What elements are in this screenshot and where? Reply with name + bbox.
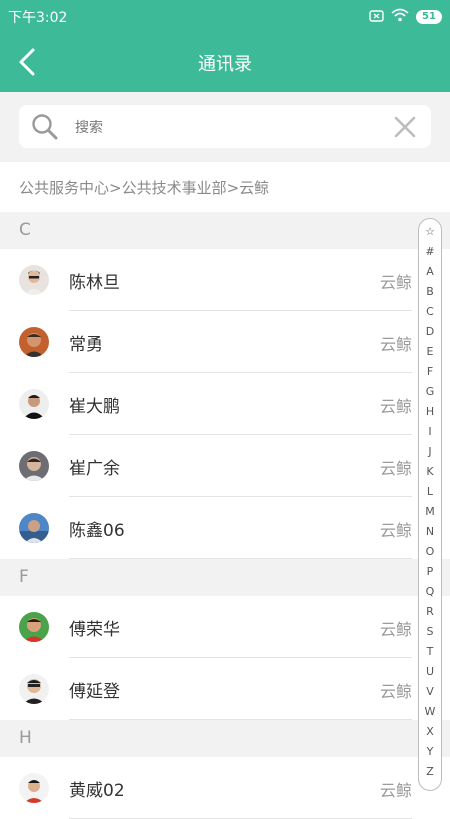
contact-name: 傅荣华 (69, 620, 120, 640)
breadcrumb-bar: 公共服务中心>公共技术事业部>云鲸 (0, 162, 450, 212)
index-letter[interactable]: A (419, 265, 441, 278)
contact-name: 常勇 (69, 335, 103, 355)
search-box (19, 105, 431, 148)
search-icon (31, 113, 59, 145)
index-letter[interactable]: M (419, 505, 441, 518)
index-letter[interactable]: S (419, 625, 441, 638)
index-letter[interactable]: T (419, 645, 441, 658)
contact-org: 云鲸 (379, 335, 412, 354)
section-header-h: H (0, 720, 450, 757)
contact-row[interactable]: 崔大鹏 云鲸 (0, 373, 450, 435)
avatar (19, 389, 49, 419)
contact-name: 崔广余 (69, 459, 120, 479)
contact-org: 云鲸 (379, 620, 412, 639)
contact-name: 崔大鹏 (69, 397, 120, 417)
battery-icon: 51 (416, 9, 442, 24)
index-letter[interactable]: Q (419, 585, 441, 598)
section-header-c: C (0, 212, 450, 249)
nav-bar: 通讯录 (0, 32, 450, 92)
index-letter[interactable]: Y (419, 745, 441, 758)
index-letter[interactable]: H (419, 405, 441, 418)
avatar (19, 513, 49, 543)
contact-row[interactable]: 黄威02 云鲸 (0, 757, 450, 819)
index-letter[interactable]: Z (419, 765, 441, 778)
contact-org: 云鲸 (379, 397, 412, 416)
avatar (19, 327, 49, 357)
index-letter[interactable]: V (419, 685, 441, 698)
avatar (19, 674, 49, 704)
index-letter[interactable]: U (419, 665, 441, 678)
breadcrumb[interactable]: 公共服务中心>公共技术事业部>云鲸 (19, 177, 269, 198)
avatar (19, 451, 49, 481)
index-letter[interactable]: P (419, 565, 441, 578)
index-letter[interactable]: F (419, 365, 441, 378)
search-bar (0, 92, 450, 162)
index-letter[interactable]: L (419, 485, 441, 498)
avatar (19, 773, 49, 803)
status-time: 下午3:02 (8, 10, 68, 26)
index-letter[interactable]: K (419, 465, 441, 478)
sim-icon (369, 7, 384, 26)
alphabet-index[interactable]: ☆ # A B C D E F G H I J K L M N O P Q R S T U V W X Y Z (418, 218, 442, 791)
contact-org: 云鲸 (379, 682, 412, 701)
contact-row[interactable]: 陈林旦 云鲸 (0, 249, 450, 311)
index-letter[interactable]: N (419, 525, 441, 538)
contact-row[interactable]: 陈鑫06 云鲸 (0, 497, 450, 559)
avatar (19, 265, 49, 295)
contact-name: 陈鑫06 (69, 521, 125, 541)
index-letter[interactable]: J (419, 445, 441, 458)
contact-row[interactable]: 崔广余 云鲸 (0, 435, 450, 497)
contact-org: 云鲸 (379, 459, 412, 478)
index-letter[interactable]: ☆ (419, 225, 441, 238)
section-header-f: F (0, 559, 450, 596)
contact-row[interactable]: 傅延登 云鲸 (0, 658, 450, 720)
contact-name: 黄威02 (69, 781, 125, 801)
contact-row[interactable]: 傅荣华 云鲸 (0, 596, 450, 658)
index-letter[interactable]: D (419, 325, 441, 338)
contact-org: 云鲸 (379, 521, 412, 540)
contact-list: C 陈林旦 云鲸 常勇 云鲸 崔大鹏 云鲸 崔广余 云鲸 陈鑫06 云鲸 F 傅… (0, 212, 450, 819)
index-letter[interactable]: O (419, 545, 441, 558)
index-letter[interactable]: G (419, 385, 441, 398)
page-title: 通讯录 (198, 54, 252, 75)
contact-name: 傅延登 (69, 682, 120, 702)
index-letter[interactable]: W (419, 705, 441, 718)
index-letter[interactable]: C (419, 305, 441, 318)
index-letter[interactable]: R (419, 605, 441, 618)
search-input[interactable] (73, 113, 377, 143)
wifi-icon (391, 7, 409, 26)
status-icons: 51 (369, 7, 442, 26)
clear-icon[interactable] (393, 115, 417, 143)
contact-org: 云鲸 (379, 273, 412, 292)
status-bar: 下午3:02 51 (0, 0, 450, 32)
avatar (19, 612, 49, 642)
contact-row[interactable]: 常勇 云鲸 (0, 311, 450, 373)
index-letter[interactable]: E (419, 345, 441, 358)
index-letter[interactable]: X (419, 725, 441, 738)
index-letter[interactable]: # (419, 245, 441, 258)
index-letter[interactable]: B (419, 285, 441, 298)
contact-org: 云鲸 (379, 781, 412, 800)
index-letter[interactable]: I (419, 425, 441, 438)
contact-name: 陈林旦 (69, 273, 120, 293)
